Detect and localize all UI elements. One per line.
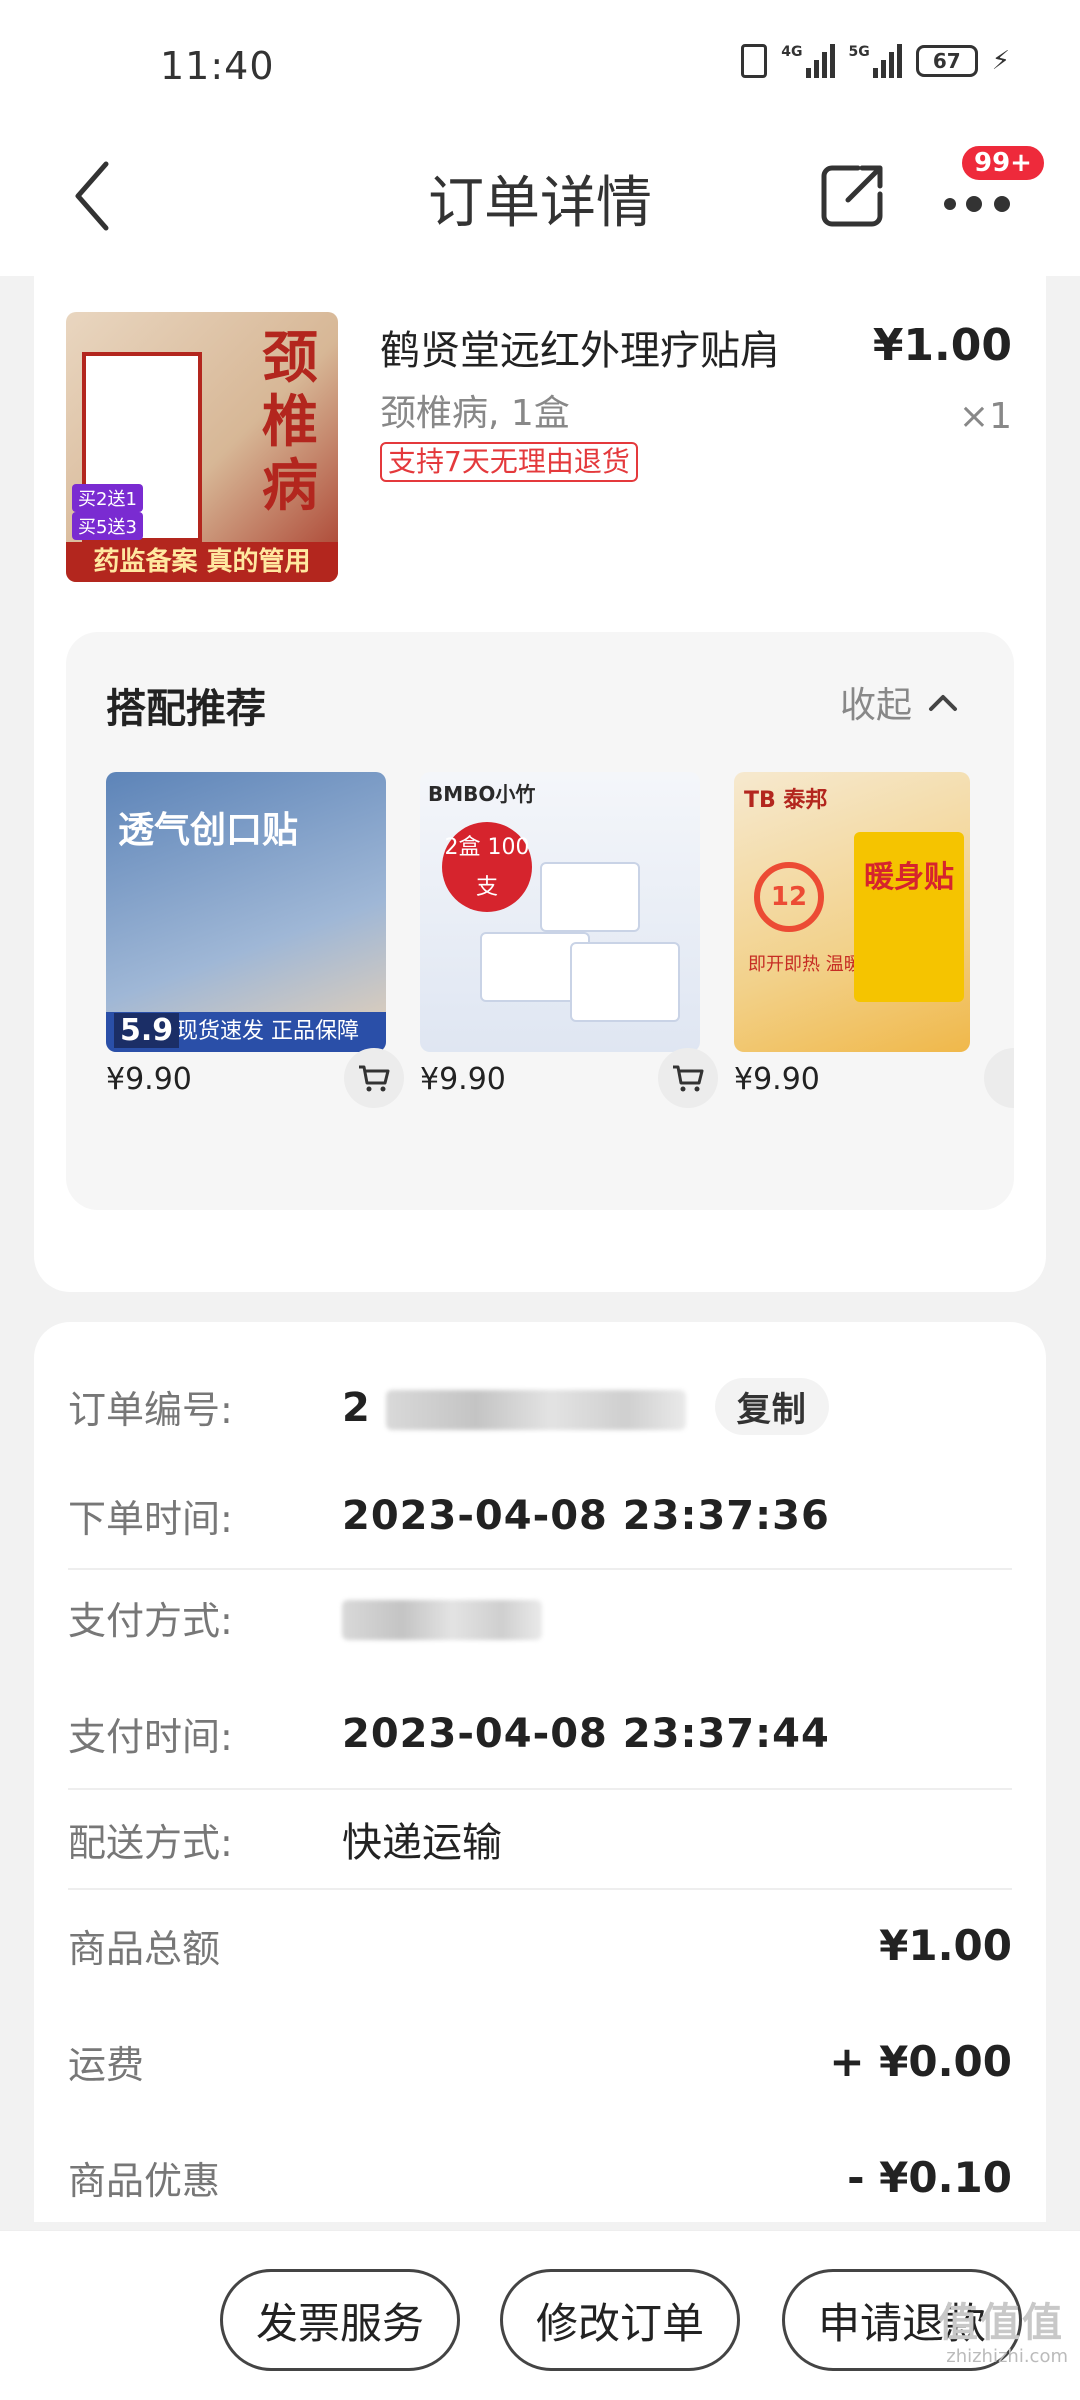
- recommend-item-price: ¥9.90: [106, 1062, 192, 1097]
- add-to-cart-button[interactable]: [984, 1048, 1014, 1108]
- add-to-cart-button[interactable]: [658, 1048, 718, 1108]
- cart-icon: [359, 1065, 390, 1092]
- product-card: 颈椎病 买2送1 买5送3 药监备案 真的管用 鹤贤堂远红外理疗贴肩 颈椎病, …: [34, 276, 1046, 1292]
- recommend-section: 搭配推荐 收起 透气创口贴 现货速发 正品保障 5.9 BMBO小竹 2盒 10…: [66, 632, 1014, 1210]
- collapse-button[interactable]: 收起: [840, 676, 958, 728]
- delivery-row: 配送方式: 快递运输: [68, 1810, 1012, 1868]
- return-policy-tag: 支持7天无理由退货: [380, 442, 638, 482]
- recommend-item-image[interactable]: BMBO小竹 2盒 100支: [420, 772, 700, 1052]
- subtotal-amount: ¥1.00: [879, 1921, 1012, 1970]
- divider: [68, 1568, 1012, 1570]
- pay-time: 2023-04-08 23:37:44: [342, 1710, 830, 1757]
- discount-row: 商品优惠 - ¥0.10: [68, 2153, 1012, 2203]
- pay-method-row: 支付方式:: [68, 1590, 1012, 1645]
- product-spec: 颈椎病, 1盒: [380, 393, 570, 434]
- vibrate-icon: [741, 44, 768, 78]
- invoice-button[interactable]: 发票服务: [220, 2269, 460, 2371]
- order-info-card: 订单编号: 2 复制 下单时间: 2023-04-08 23:37:36 支付方…: [34, 1322, 1046, 2222]
- product-name[interactable]: 鹤贤堂远红外理疗贴肩: [380, 318, 780, 376]
- share-button[interactable]: [818, 160, 888, 230]
- order-number-row: 订单编号: 2 复制: [68, 1378, 1012, 1435]
- subtotal-row: 商品总额 ¥1.00: [68, 1921, 1012, 1971]
- share-icon: [821, 165, 883, 227]
- status-icons: 4G 5G 67 ⚡: [741, 44, 1010, 78]
- bottom-action-bar: 发票服务 修改订单 申请退款: [0, 2230, 1080, 2400]
- battery-icon: 67: [915, 45, 978, 77]
- recommend-item-image[interactable]: 透气创口贴 现货速发 正品保障 5.9: [106, 772, 386, 1052]
- order-time: 2023-04-08 23:37:36: [342, 1492, 830, 1539]
- header: 订单详情 99+: [0, 128, 1080, 276]
- recommend-item-image[interactable]: TB 泰邦 12 即开即热 温暖相随 暖身贴: [734, 772, 970, 1052]
- discount-amount: - ¥0.10: [847, 2153, 1012, 2202]
- watermark-url: zhizhizhi.com: [946, 2346, 1068, 2367]
- copy-button[interactable]: 复制: [714, 1378, 829, 1435]
- recommend-item-price: ¥9.90: [734, 1062, 820, 1097]
- product-price: ¥1.00: [872, 320, 1012, 371]
- redacted-pay-method: [342, 1599, 542, 1640]
- product-image[interactable]: 颈椎病 买2送1 买5送3 药监备案 真的管用: [66, 312, 338, 582]
- order-time-row: 下单时间: 2023-04-08 23:37:36: [68, 1492, 830, 1542]
- signal-4g-icon: 4G: [781, 44, 835, 78]
- charging-icon: ⚡: [991, 46, 1010, 76]
- status-time: 11:40: [160, 44, 275, 88]
- status-bar: 11:40 4G 5G 67 ⚡: [0, 0, 1080, 128]
- product-quantity: ×1: [958, 396, 1012, 437]
- divider: [68, 1788, 1012, 1790]
- pay-time-row: 支付时间: 2023-04-08 23:37:44: [68, 1710, 830, 1760]
- delivery-method: 快递运输: [342, 1820, 502, 1866]
- cart-icon: [673, 1065, 704, 1092]
- notification-badge: 99+: [960, 144, 1046, 182]
- shipping-row: 运费 + ¥0.00: [68, 2037, 1012, 2087]
- signal-5g-icon: 5G: [849, 44, 902, 78]
- order-number: 2: [342, 1385, 371, 1431]
- page-title: 订单详情: [428, 171, 652, 236]
- add-to-cart-button[interactable]: [344, 1048, 404, 1108]
- watermark-logo: 值值值: [938, 2300, 1064, 2346]
- chevron-up-icon: [929, 695, 957, 711]
- top-area: 11:40 4G 5G 67 ⚡ 订单详情 99+: [0, 0, 1080, 276]
- recommend-title: 搭配推荐: [106, 686, 266, 732]
- shipping-amount: + ¥0.00: [829, 2037, 1012, 2086]
- redacted-order-number: [385, 1390, 686, 1430]
- divider: [68, 1888, 1012, 1890]
- recommend-item-price: ¥9.90: [420, 1062, 506, 1097]
- modify-order-button[interactable]: 修改订单: [500, 2269, 740, 2371]
